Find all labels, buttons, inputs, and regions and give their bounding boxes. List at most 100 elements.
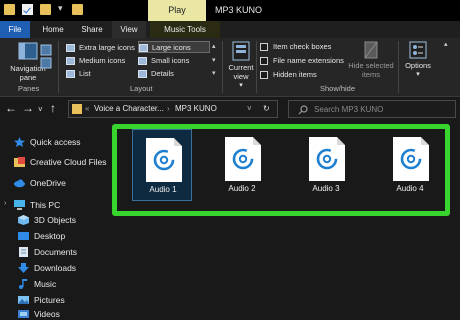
tab-share[interactable]: Share bbox=[76, 21, 108, 38]
layout-small-icons[interactable]: Small icons bbox=[138, 55, 210, 67]
layout-group-label: Layout bbox=[130, 84, 153, 93]
sidebar-item-label: Desktop bbox=[34, 231, 66, 241]
quick-access-dropdown-icon[interactable]: ▾ bbox=[58, 3, 63, 14]
sidebar-item-documents[interactable]: Documents bbox=[18, 245, 77, 259]
sidebar-item-quick-access[interactable]: Quick access bbox=[14, 135, 81, 149]
sidebar-item-videos[interactable]: Videos bbox=[18, 307, 60, 320]
breadcrumb-separator-icon: « bbox=[85, 104, 90, 113]
window-title: MP3 KUNO bbox=[215, 5, 263, 15]
layout-large-icons[interactable]: Large icons bbox=[138, 41, 210, 53]
checkbox-label: Item check boxes bbox=[273, 42, 332, 51]
small-icons-icon bbox=[138, 57, 147, 65]
sidebar-item-3d-objects[interactable]: 3D Objects bbox=[18, 213, 76, 227]
back-arrow-icon[interactable]: ← bbox=[5, 101, 17, 115]
hidden-items-toggle[interactable]: Hidden items bbox=[260, 70, 317, 81]
sidebar-item-label: Quick access bbox=[30, 137, 81, 147]
current-view-icon bbox=[232, 41, 250, 61]
sidebar-item-label: 3D Objects bbox=[34, 215, 77, 225]
recent-locations-icon[interactable]: ˅ bbox=[38, 103, 43, 117]
file-item[interactable]: Audio 4 bbox=[380, 129, 440, 201]
address-bar[interactable]: « Voice a Character... › MP3 KUNO ˅ ↻ bbox=[68, 100, 278, 118]
options-icon bbox=[409, 41, 427, 59]
sidebar-item-downloads[interactable]: Downloads bbox=[18, 261, 76, 275]
hide-selected-items-button[interactable]: Hide selected items bbox=[346, 41, 396, 79]
tab-home[interactable]: Home bbox=[36, 21, 70, 38]
options-dropdown-icon: ▾ bbox=[416, 71, 420, 78]
preview-pane-icon[interactable] bbox=[40, 44, 52, 70]
audio-file-icon bbox=[146, 138, 182, 182]
layout-extra-large-icons[interactable]: Extra large icons bbox=[66, 42, 136, 54]
sidebar-item-this-pc[interactable]: This PC bbox=[14, 198, 60, 212]
properties-icon[interactable] bbox=[22, 4, 33, 15]
sidebar-item-label: This PC bbox=[30, 200, 61, 210]
file-item[interactable]: Audio 3 bbox=[296, 129, 356, 201]
extra-large-icons-icon bbox=[66, 44, 75, 52]
checkbox-label: File name extensions bbox=[273, 56, 344, 65]
breadcrumb-item[interactable]: Voice a Character... bbox=[94, 104, 164, 113]
layout-details[interactable]: Details bbox=[138, 68, 210, 80]
panes-group-label: Panes bbox=[18, 84, 40, 93]
disc-icon bbox=[316, 148, 338, 170]
checkbox[interactable] bbox=[260, 57, 268, 65]
search-placeholder: Search MP3 KUNO bbox=[314, 105, 384, 114]
divider bbox=[398, 41, 399, 93]
medium-icons-icon bbox=[66, 57, 75, 65]
folder-icon[interactable] bbox=[4, 4, 15, 15]
divider bbox=[58, 41, 59, 93]
breadcrumb-item[interactable]: MP3 KUNO bbox=[175, 104, 217, 113]
up-arrow-icon[interactable]: ↑ bbox=[50, 101, 56, 115]
new-folder-icon[interactable] bbox=[40, 4, 51, 15]
audio-file-icon bbox=[309, 137, 345, 181]
current-view-dropdown-icon: ▾ bbox=[239, 82, 243, 89]
layout-option-label: Large icons bbox=[152, 43, 191, 52]
folder-icon bbox=[72, 4, 83, 15]
computer-icon bbox=[14, 200, 25, 210]
address-dropdown-icon[interactable]: ˅ bbox=[247, 104, 252, 113]
file-name: Audio 3 bbox=[312, 184, 340, 193]
layout-option-label: Small icons bbox=[151, 56, 190, 65]
layout-medium-icons[interactable]: Medium icons bbox=[66, 55, 136, 67]
title-bar: ▾ Play MP3 KUNO bbox=[0, 0, 460, 21]
tab-view[interactable]: View bbox=[112, 21, 146, 38]
hide-selected-icon bbox=[364, 41, 378, 59]
file-item[interactable]: Audio 2 bbox=[212, 129, 272, 201]
layout-more-icon[interactable]: ▾ bbox=[212, 69, 216, 77]
desktop-icon bbox=[18, 232, 29, 240]
tab-music-tools[interactable]: Music Tools bbox=[150, 21, 220, 38]
current-view-button[interactable]: Current view ▾ bbox=[226, 41, 256, 89]
collapse-ribbon-icon[interactable]: ▴ bbox=[444, 40, 448, 48]
file-name-extensions-toggle[interactable]: File name extensions bbox=[260, 56, 344, 67]
list-icon bbox=[66, 70, 75, 78]
cube-icon bbox=[18, 215, 29, 225]
sidebar-item-creative-cloud-files[interactable]: Creative Cloud Files bbox=[14, 155, 107, 169]
checkbox[interactable] bbox=[260, 43, 268, 51]
checkbox-label: Hidden items bbox=[273, 70, 317, 79]
layout-scroll-up-icon[interactable]: ▴ bbox=[212, 42, 216, 50]
navigation-pane: Quick access Creative Cloud Files OneDri… bbox=[0, 121, 108, 320]
sidebar-item-desktop[interactable]: Desktop bbox=[18, 229, 65, 243]
file-item[interactable]: Audio 1 bbox=[132, 129, 192, 201]
forward-arrow-icon[interactable]: → bbox=[22, 101, 34, 115]
expand-chevron-icon[interactable]: › bbox=[4, 200, 6, 207]
disc-icon bbox=[232, 148, 254, 170]
play-tab[interactable]: Play bbox=[148, 0, 206, 21]
search-input[interactable]: Search MP3 KUNO bbox=[288, 100, 456, 118]
download-icon bbox=[18, 263, 29, 273]
divider bbox=[256, 41, 257, 93]
options-label: Options bbox=[405, 61, 431, 70]
options-button[interactable]: Options ▾ bbox=[401, 41, 435, 78]
checkbox[interactable] bbox=[260, 71, 268, 79]
item-check-boxes-toggle[interactable]: Item check boxes bbox=[260, 42, 331, 53]
audio-file-icon bbox=[225, 137, 261, 181]
sidebar-item-music[interactable]: Music bbox=[18, 277, 56, 291]
sidebar-item-onedrive[interactable]: OneDrive bbox=[14, 176, 66, 190]
breadcrumb-chevron-icon[interactable]: › bbox=[167, 104, 170, 113]
audio-file-icon bbox=[393, 137, 429, 181]
refresh-icon[interactable]: ↻ bbox=[263, 104, 270, 113]
sidebar-item-pictures[interactable]: Pictures bbox=[18, 293, 65, 307]
details-icon bbox=[138, 70, 147, 78]
layout-list[interactable]: List bbox=[66, 68, 136, 80]
file-list: Audio 1 Audio 2 Audio 3 Audio 4 bbox=[108, 121, 460, 320]
tab-file[interactable]: File bbox=[0, 21, 30, 38]
layout-scroll-down-icon[interactable]: ▾ bbox=[212, 56, 216, 64]
